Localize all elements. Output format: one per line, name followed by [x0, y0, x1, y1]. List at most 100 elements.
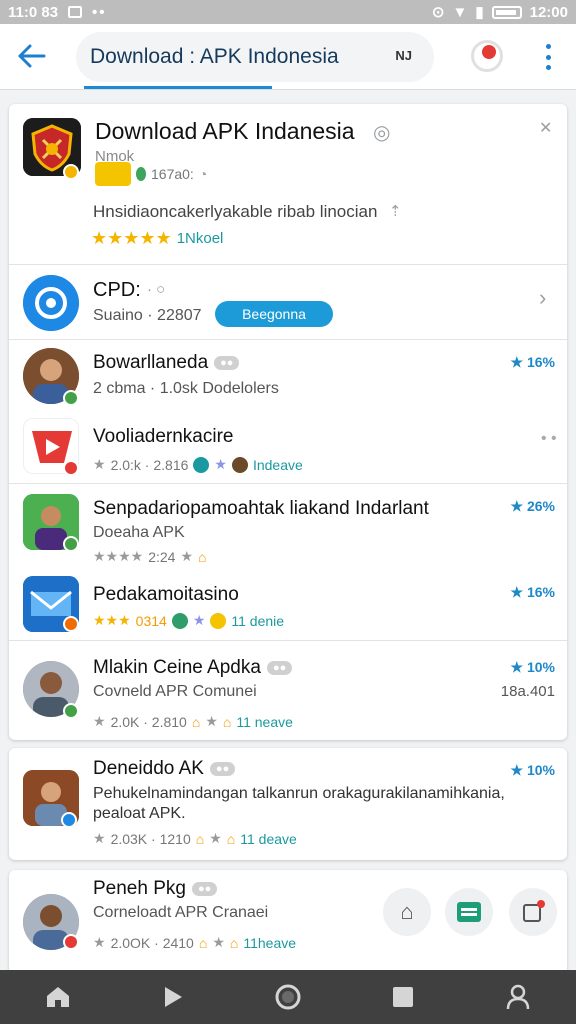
tag-chip: ●● — [214, 355, 240, 370]
nav-home-icon[interactable] — [38, 977, 78, 1017]
close-icon[interactable]: ✕ — [539, 118, 552, 138]
tag-chip: ●● — [209, 761, 236, 776]
home-icon: ⌂ — [195, 830, 205, 847]
item-sub: Covneld APR Comunei — [93, 683, 257, 700]
item-meta: ★ 2.0OK · 2410 ⌂ ★ ⌂ 11heave — [93, 934, 296, 951]
page-title: Download : APK Indonesia — [90, 45, 339, 68]
result-card[interactable]: Deneiddo AK ●● Pehukelnamindangan talkanr… — [9, 748, 567, 860]
status-badge — [63, 536, 79, 552]
signal-icon: ▮ — [475, 4, 484, 21]
status-badge — [61, 812, 77, 828]
item-meta: ★ 2.0K · 2.810 ⌂ ★ ⌂ 11 neave — [93, 713, 293, 730]
verified-badge — [63, 164, 79, 180]
item-meta: ★★★ 0314 ★ 11 denie — [93, 612, 284, 629]
title-search-pill[interactable]: Download : APK Indonesia NJ — [76, 32, 434, 82]
item-link[interactable]: 11 deave — [240, 831, 297, 847]
result-card[interactable]: Peneh Pkg ●● Corneloadt APR Cranaei ★ 2.0… — [9, 870, 567, 980]
featured-rating-label: 1Nkoel — [176, 230, 224, 247]
more-vertical-icon[interactable] — [538, 42, 558, 72]
star-icon: ★ — [180, 548, 194, 564]
rating-stars: ★★★ — [93, 612, 131, 628]
star-icon: ★ — [209, 830, 222, 846]
item-meta-text: 2:24 — [148, 548, 176, 565]
list-item[interactable]: Pedakamoitasino ★★★ 0314 ★ 11 denie ★ 16… — [9, 570, 567, 640]
item-link[interactable]: Indeave — [253, 457, 303, 473]
battery-icon — [491, 5, 522, 19]
item-extra: 18a.401 — [500, 683, 555, 700]
item-score: ★ 16% — [510, 584, 555, 600]
list-item[interactable]: Bowarllaneda ●● 2 cbma · 1.0sk Dodelolers… — [9, 340, 567, 410]
chevron-right-icon[interactable]: › — [539, 285, 546, 311]
item-name: Deneiddo AK ●● — [93, 758, 236, 780]
rating-stars: ★★★★ — [93, 548, 144, 564]
nav-play-icon[interactable] — [153, 977, 193, 1017]
nav-square-icon[interactable] — [383, 977, 423, 1017]
item-meta: ★ 2.0:k · 2.816 ★ Indeave — [93, 456, 303, 473]
emoji-icon — [231, 456, 248, 473]
bottom-navigation — [0, 970, 576, 1024]
status-badge — [63, 934, 79, 950]
item-sub: Pehukelnamindangan talkanrun orakaguraki… — [93, 785, 505, 822]
featured-app-title: Download APK Indanesia — [95, 118, 355, 144]
star-outline-icon: ★ — [214, 456, 227, 472]
featured-app-row[interactable]: Download APK Indanesia ◎ ✕ Nmok 167a0: ◔… — [9, 104, 567, 264]
item-meta-text: 2.0:k · 2.816 — [110, 456, 189, 473]
cpd-dots: · ○ — [147, 281, 166, 298]
home-icon: ⌂ — [226, 830, 236, 847]
nav-profile-icon[interactable] — [498, 977, 538, 1017]
results-card: Download APK Indanesia ◎ ✕ Nmok 167a0: ◔… — [9, 104, 567, 740]
item-name: Senpadariopamoahtak liakand Indarlant — [93, 498, 429, 519]
featured-description: Hnsidiaoncakerlyakable ribab linocian — [93, 202, 378, 221]
cpd-row[interactable]: CPD: · ○ Suaino · 22807 Beegonna › — [9, 265, 567, 339]
star-icon: ★ — [93, 713, 106, 729]
item-name: Pedakamoitasino — [93, 584, 239, 605]
item-meta-text: 2.0K · 2.810 — [110, 713, 187, 730]
download-badge-icon — [95, 162, 131, 186]
more-horizontal-icon[interactable]: • • — [541, 430, 557, 448]
info-icon: ◔ — [198, 166, 208, 182]
share-icon[interactable] — [509, 888, 557, 936]
home-icon: ⌂ — [222, 713, 232, 730]
item-score: ★ 26% — [510, 498, 555, 514]
home-icon: ⌂ — [198, 934, 208, 951]
music-icon — [193, 456, 210, 473]
item-link[interactable]: 11 denie — [231, 613, 284, 629]
star-icon: ★ — [93, 934, 106, 950]
item-meta: ★★★★ 2:24 ★ ⌂ — [93, 548, 206, 565]
list-item[interactable]: Senpadariopamoahtak liakand Indarlant Do… — [9, 484, 567, 570]
back-arrow-icon[interactable] — [14, 38, 50, 74]
item-name: Peneh Pkg ●● — [93, 878, 218, 900]
wifi-icon: ▼ — [452, 3, 468, 21]
globe-icon: ◎ — [373, 122, 391, 144]
item-name: Mlakin Ceine Apdka ●● — [93, 657, 293, 679]
tag-chip: ●● — [266, 660, 293, 675]
cpd-label: CPD: — [93, 279, 141, 301]
star-icon: ★ — [212, 934, 225, 950]
item-sub: Corneloadt APR Cranaei — [93, 904, 269, 921]
rating-stars: ★★★★★ — [91, 228, 172, 248]
header-tag: NJ — [395, 48, 412, 63]
status-badge — [63, 390, 79, 406]
home-icon: ⌂ — [198, 548, 207, 565]
item-link[interactable]: 11heave — [243, 935, 296, 951]
featured-meta: 167a0: ◔ — [95, 162, 207, 186]
home-outline-icon[interactable]: ⌂ — [383, 888, 431, 936]
item-sub: 2 cbma · 1.0sk Dodelolers — [93, 380, 279, 397]
nav-circle-icon[interactable] — [268, 977, 308, 1017]
item-link[interactable]: 11 neave — [236, 714, 293, 730]
status-badge — [63, 703, 79, 719]
featured-rating: ★★★★★ 1Nkoel — [91, 228, 223, 249]
inbox-icon[interactable] — [445, 888, 493, 936]
home-icon: ⌂ — [191, 713, 201, 730]
record-icon[interactable] — [471, 40, 503, 72]
gallery-notification-icon — [68, 6, 83, 18]
item-meta-text: 0314 — [135, 612, 167, 629]
list-item[interactable]: Vooliadernkacire ★ 2.0:k · 2.816 ★ Indea… — [9, 410, 567, 482]
list-item[interactable]: Mlakin Ceine Apdka ●● Covneld APR Comunei… — [9, 641, 567, 737]
cpd-action-button[interactable]: Beegonna — [215, 301, 333, 327]
cpd-app-icon — [23, 275, 79, 331]
item-meta-text: 2.0OK · 2410 — [110, 934, 194, 951]
status-time: 11:0 83 — [8, 3, 59, 21]
item-score: ★ 10% — [510, 659, 555, 675]
star-icon: ★ — [93, 456, 106, 472]
